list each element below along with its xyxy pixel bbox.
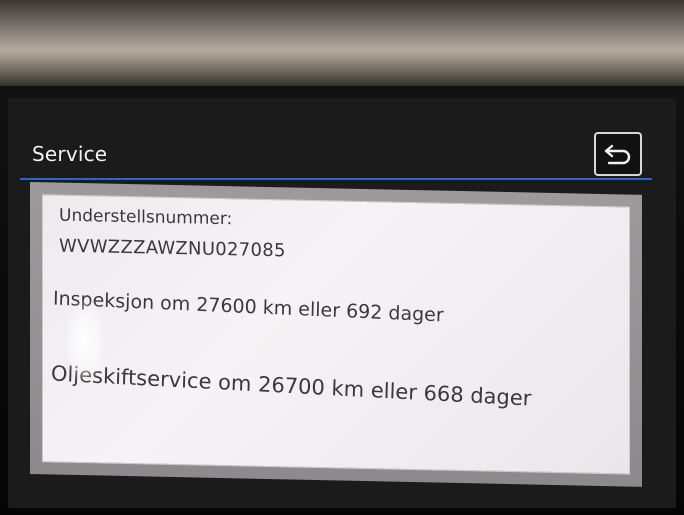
back-button[interactable] [594, 132, 642, 176]
back-arrow-icon [604, 144, 631, 165]
vin-label: Understellsnummer: [59, 205, 233, 230]
inspection-due-text: Inspeksjon om 27600 km eller 692 dager [52, 287, 444, 327]
vin-value: WVWZZZAWZNU027085 [59, 235, 286, 262]
header-divider [20, 178, 652, 180]
service-info-panel: Understellsnummer: WVWZZZAWZNU027085 Ins… [30, 182, 642, 487]
service-info-content: Understellsnummer: WVWZZZAWZNU027085 Ins… [42, 194, 630, 475]
page-title: Service [32, 142, 108, 166]
oil-change-due-text: Oljeskiftservice om 26700 km eller 668 d… [50, 361, 532, 411]
screen-header: Service [20, 130, 652, 180]
dashboard-trim [0, 0, 684, 92]
